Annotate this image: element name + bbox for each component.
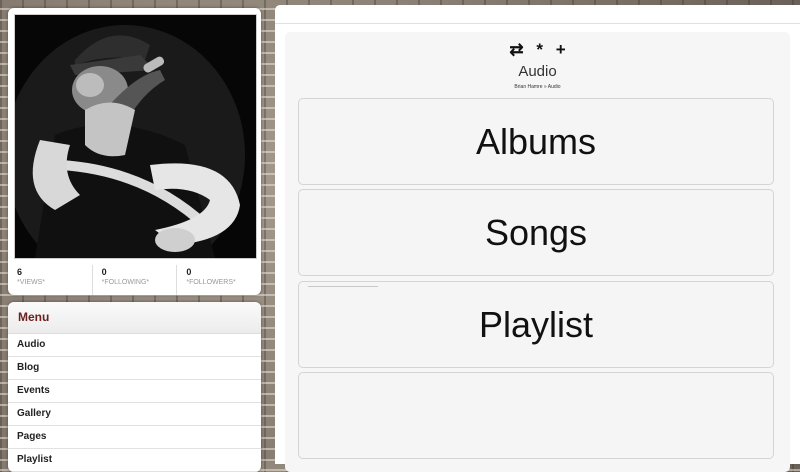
stat-views[interactable]: 6 *VIEWS* — [8, 265, 93, 295]
card-label: Albums — [475, 121, 597, 162]
menu-title: Menu — [8, 302, 261, 334]
stat-label: *FOLLOWING* — [101, 279, 150, 286]
stat-value: 0 — [186, 267, 192, 277]
audio-section: ⇄ * + Audio Brian Hamre » Audio Albums S… — [285, 32, 790, 472]
menu-item-events[interactable]: Events — [8, 380, 261, 403]
stat-value: 0 — [101, 267, 107, 277]
profile-photo[interactable] — [14, 14, 257, 259]
loading-bar — [308, 286, 378, 287]
main-panel: ⇄ * + Audio Brian Hamre » Audio Albums S… — [275, 24, 800, 472]
profile-panel: 6 *VIEWS* 0 *FOLLOWING* 0 *FOLLOWERS* — [8, 8, 261, 295]
stat-value: 6 — [17, 267, 23, 277]
stat-followers[interactable]: 0 *FOLLOWERS* — [177, 265, 261, 295]
menu-item-blog[interactable]: Blog — [8, 357, 261, 380]
songs-card[interactable]: Songs — [298, 189, 774, 276]
menu-item-pages[interactable]: Pages — [8, 426, 261, 449]
stat-following[interactable]: 0 *FOLLOWING* — [93, 265, 178, 295]
refresh-icon[interactable]: ⇄ — [509, 40, 523, 60]
stat-label: *FOLLOWERS* — [186, 279, 236, 286]
main-top-bar — [275, 5, 800, 24]
asterisk-icon[interactable]: * — [536, 40, 543, 60]
empty-card[interactable] — [298, 372, 774, 459]
profile-stats: 6 *VIEWS* 0 *FOLLOWING* 0 *FOLLOWERS* — [8, 265, 261, 295]
card-label: Playlist — [478, 304, 594, 345]
menu-item-gallery[interactable]: Gallery — [8, 403, 261, 426]
menu-item-audio[interactable]: Audio — [8, 334, 261, 357]
menu-panel: Menu Audio Blog Events Gallery Pages Pla… — [8, 302, 261, 472]
profile-photo-image — [15, 15, 256, 258]
albums-card[interactable]: Albums — [298, 98, 774, 185]
stat-label: *VIEWS* — [17, 279, 46, 286]
card-label: Songs — [484, 212, 588, 253]
breadcrumb[interactable]: Brian Hamre » Audio — [285, 84, 790, 90]
page-title: Audio — [518, 63, 557, 80]
playlist-card[interactable]: Playlist — [298, 281, 774, 368]
add-icon[interactable]: + — [556, 40, 566, 60]
action-icons: ⇄ * + — [285, 40, 790, 60]
